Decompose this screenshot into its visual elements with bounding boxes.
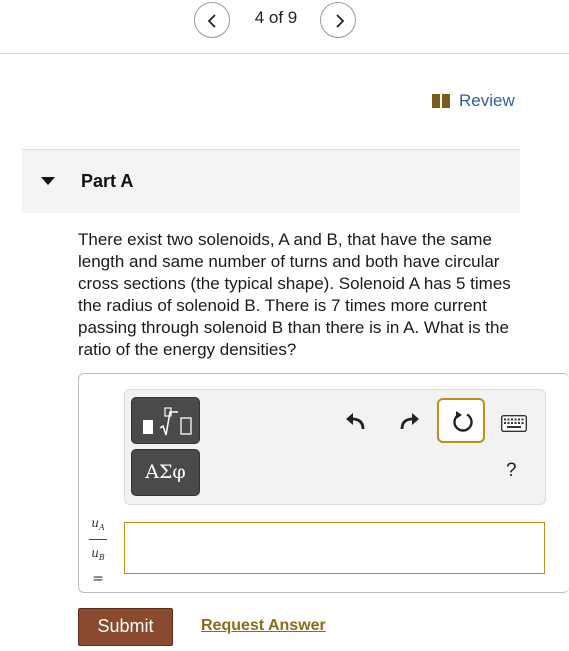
part-a-header[interactable]: Part A xyxy=(22,150,520,213)
fraction-bar xyxy=(89,539,107,540)
request-answer-link[interactable]: Request Answer xyxy=(201,617,326,635)
book-icon xyxy=(432,94,450,108)
numerator: uA xyxy=(91,516,105,532)
question-text: There exist two solenoids, A and B, that… xyxy=(78,230,511,359)
next-button[interactable] xyxy=(320,2,356,38)
chevron-left-icon xyxy=(207,14,216,28)
chevron-right-icon xyxy=(336,14,345,28)
keyboard-icon xyxy=(500,414,528,433)
denominator: uB xyxy=(91,546,105,562)
help-button[interactable]: ? xyxy=(506,460,517,482)
redo-icon xyxy=(400,413,419,430)
review-link[interactable]: Review xyxy=(432,90,515,112)
templates-button[interactable] xyxy=(131,397,200,444)
part-title: Part A xyxy=(81,171,134,191)
submit-button[interactable]: Submit xyxy=(78,608,173,646)
undo-icon xyxy=(346,413,365,430)
pager: 4 of 9 xyxy=(0,0,569,54)
reset-icon xyxy=(453,411,473,432)
page-indicator: 4 of 9 xyxy=(254,8,298,27)
greek-symbols-button[interactable]: ΑΣφ xyxy=(131,449,200,496)
redo-button[interactable] xyxy=(399,410,421,437)
review-label: Review xyxy=(459,91,515,110)
equals-sign: = xyxy=(92,571,104,587)
keyboard-button[interactable] xyxy=(500,414,528,437)
previous-button[interactable] xyxy=(194,2,230,38)
reset-button[interactable] xyxy=(437,398,485,443)
answer-input[interactable] xyxy=(124,522,545,574)
caret-down-icon xyxy=(41,177,55,185)
undo-button[interactable] xyxy=(344,410,366,437)
template-icon xyxy=(143,407,192,436)
ratio-label: uA uB = xyxy=(86,516,110,587)
